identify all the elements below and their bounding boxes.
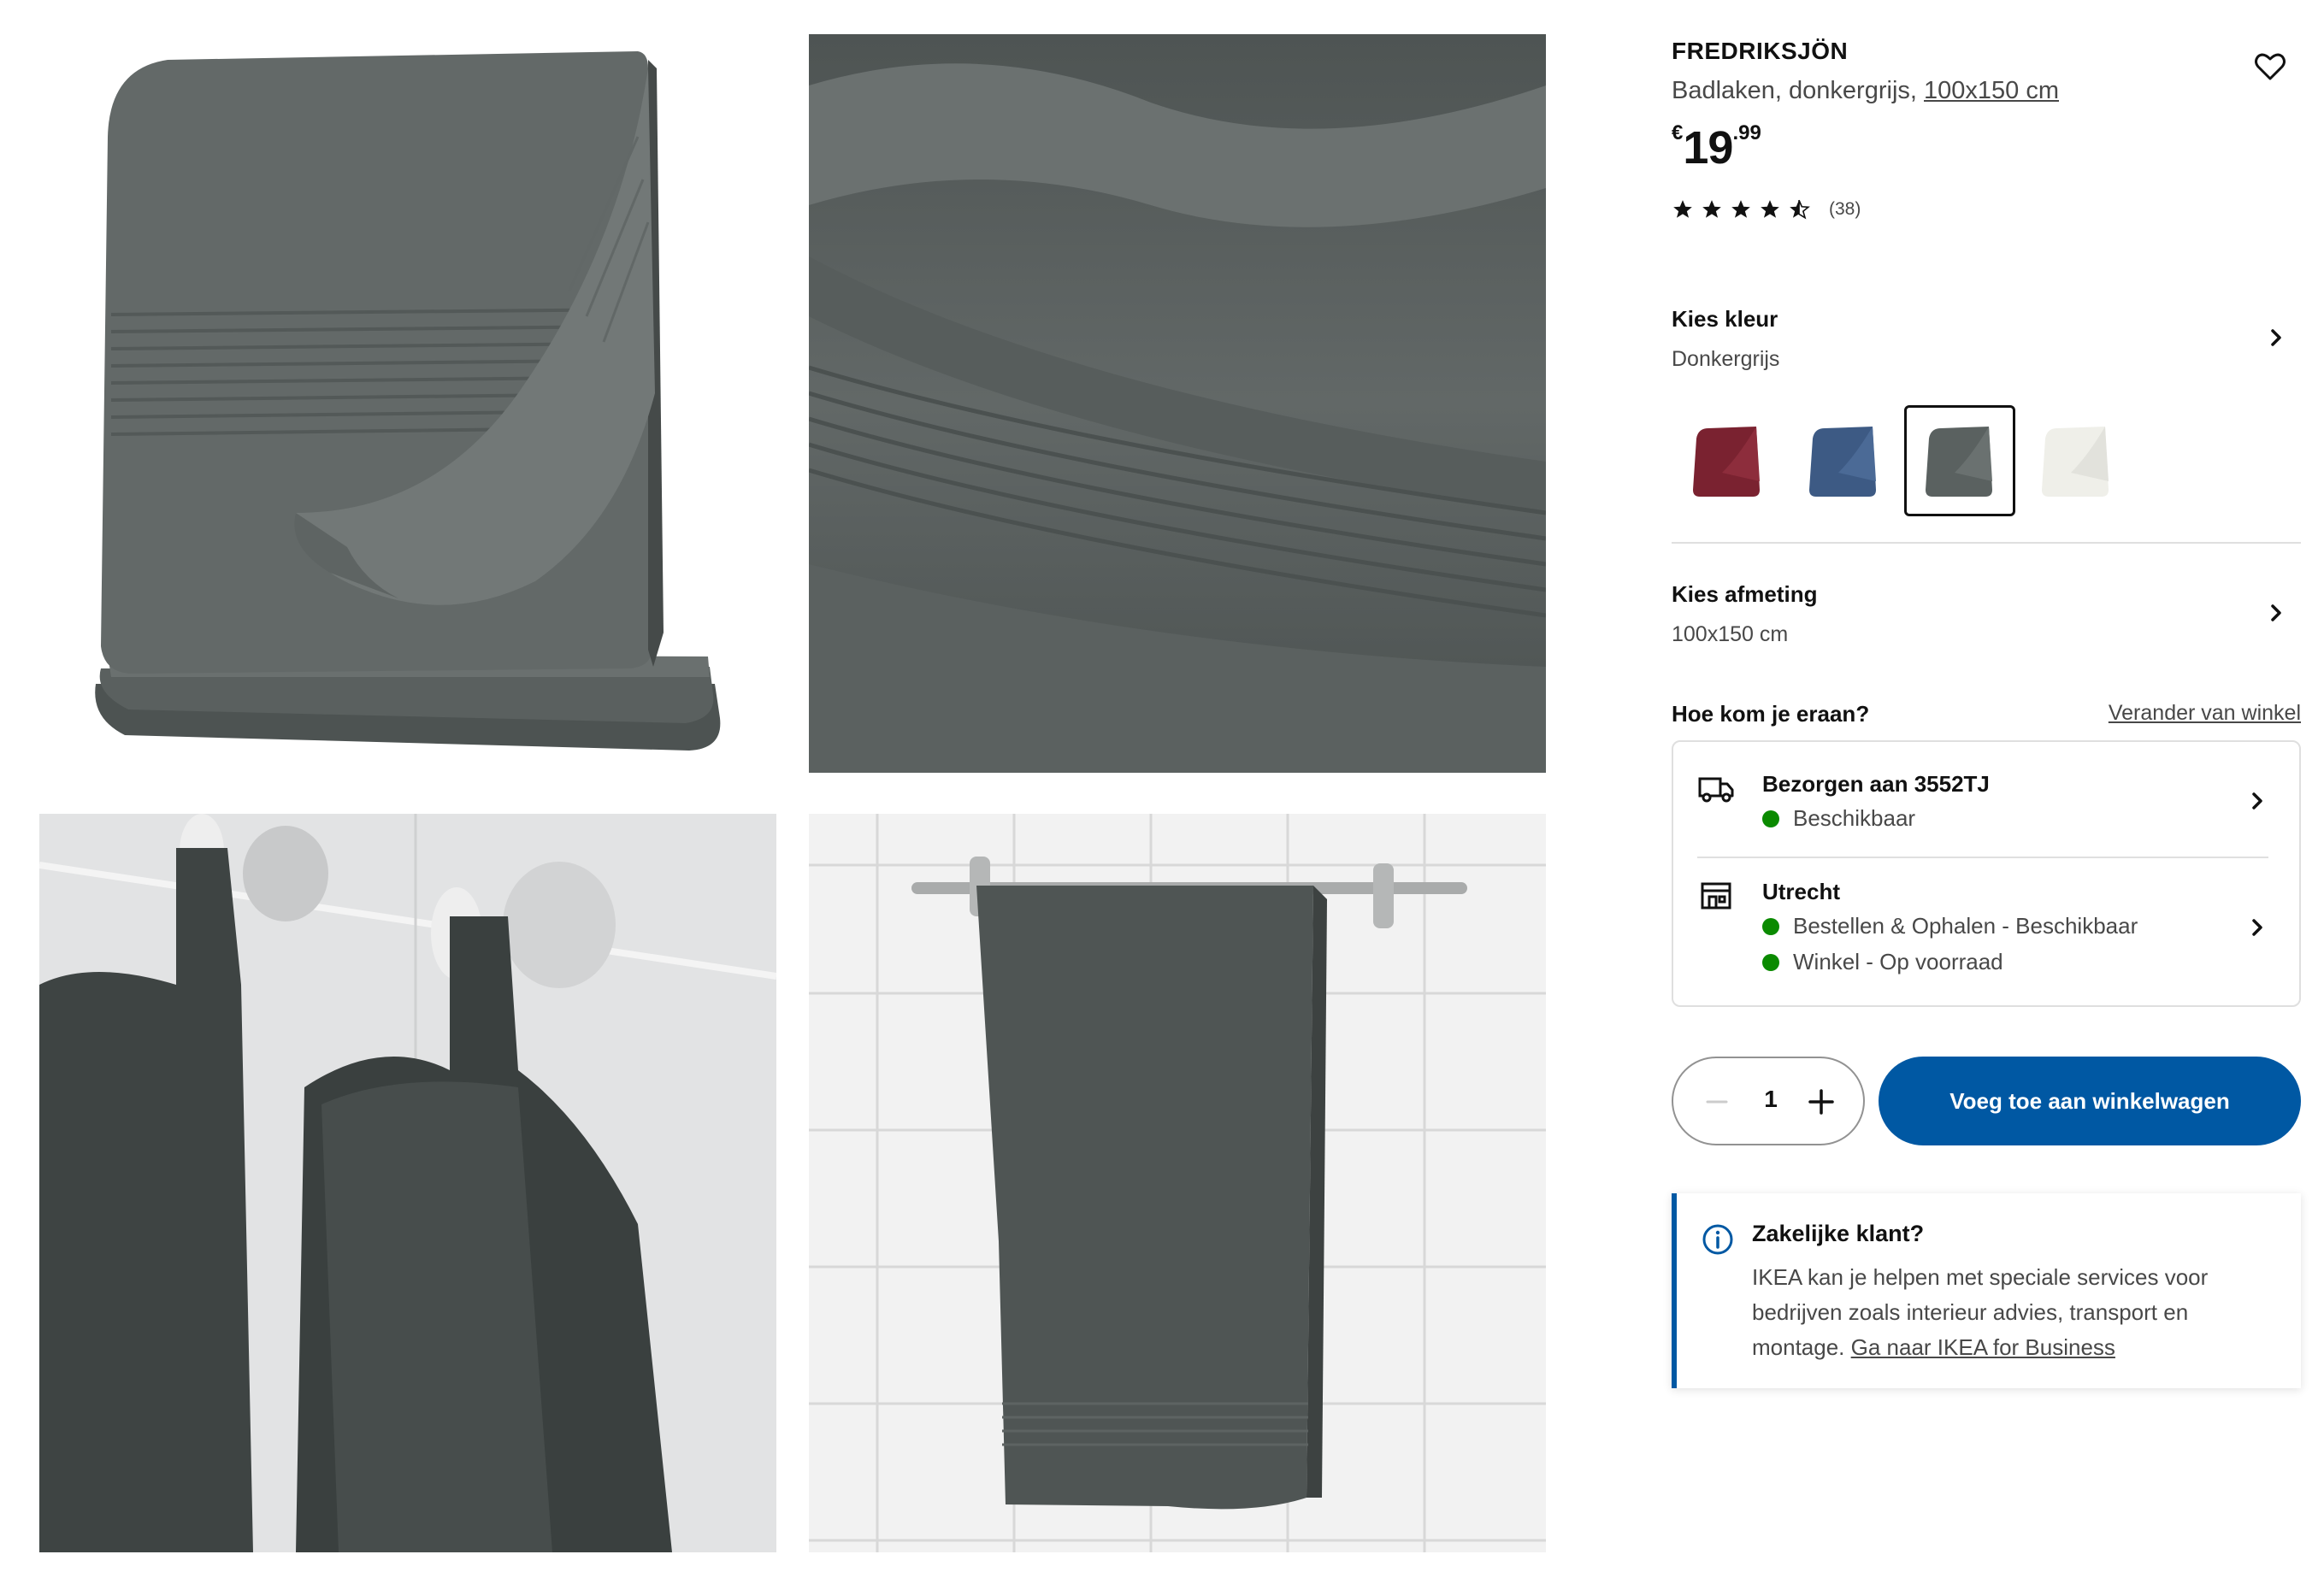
towel-on-rail-image[interactable] (809, 814, 1546, 1552)
product-description: Badlaken, donkergrijs, 100x150 cm (1672, 77, 2059, 105)
store-title: Utrecht (1762, 879, 1841, 904)
color-swatch-list (1672, 405, 2116, 520)
delivery-status: Beschikbaar (1762, 805, 1915, 832)
star-filled-icon (1702, 200, 1721, 218)
price-decimal: .99 (1732, 121, 1761, 144)
swatch-white[interactable] (2020, 405, 2132, 516)
availability-divider (1697, 857, 2268, 858)
product-rating[interactable]: (38) (1672, 198, 1861, 221)
minus-icon[interactable] (1704, 1089, 1730, 1115)
delivery-title: Bezorgen aan 3552TJ (1762, 771, 1990, 797)
click-collect-text: Bestellen & Ophalen - Beschikbaar (1793, 913, 2138, 939)
product-description-text: Badlaken, donkergrijs, (1672, 77, 1924, 104)
in-store-text: Winkel - Op voorraad (1793, 949, 2003, 974)
business-link[interactable]: Ga naar IKEA for Business (1851, 1334, 2115, 1360)
quantity-stepper: 1 (1672, 1057, 1865, 1145)
star-filled-icon (1673, 200, 1692, 218)
quantity-value[interactable]: 1 (1754, 1086, 1788, 1113)
price-integer: 19 (1683, 122, 1733, 174)
change-store-link[interactable]: Verander van winkel (2109, 701, 2301, 726)
availability-title: Hoe kom je eraan? (1672, 701, 1870, 727)
business-customer-notice: Zakelijke klant? IKEA kan je helpen met … (1672, 1193, 2301, 1388)
swatch-dark-red[interactable] (1672, 405, 1783, 516)
swatch-dark-blue[interactable] (1788, 405, 1899, 516)
chevron-right-icon[interactable] (2244, 788, 2270, 814)
section-divider (1672, 542, 2301, 544)
heart-outline-icon[interactable] (2253, 50, 2287, 84)
status-dot (1762, 810, 1779, 827)
plus-icon[interactable] (1807, 1087, 1836, 1116)
business-text: IKEA kan je helpen met speciale services… (1752, 1260, 2274, 1365)
status-dot (1762, 917, 1779, 935)
star-half-icon (1790, 199, 1810, 220)
size-section-title: Kies afmeting (1672, 581, 1818, 607)
star-filled-icon (1761, 200, 1779, 218)
store-icon (1701, 882, 1731, 910)
product-name: FREDRIKSJÖN (1672, 38, 1849, 64)
delivery-status-text: Beschikbaar (1793, 805, 1916, 831)
price-currency: € (1672, 121, 1684, 144)
product-size-link[interactable]: 100x150 cm (1924, 77, 2059, 104)
product-price: €19.99 (1672, 121, 1761, 174)
towels-on-hooks-image[interactable] (39, 814, 776, 1552)
chevron-right-icon[interactable] (2263, 325, 2289, 350)
color-section-title: Kies kleur (1672, 306, 1778, 332)
info-icon (1702, 1224, 1733, 1255)
status-dot (1762, 953, 1779, 971)
towel-texture-closeup-image[interactable] (809, 34, 1546, 773)
truck-icon (1698, 777, 1734, 803)
in-store-status: Winkel - Op voorraad (1762, 949, 2003, 975)
review-count: (38) (1829, 199, 1861, 219)
product-image-gallery (39, 34, 1548, 1552)
business-title: Zakelijke klant? (1752, 1221, 1925, 1246)
availability-box: Bezorgen aan 3552TJ Beschikbaar Utrecht … (1672, 740, 2301, 1007)
chevron-right-icon[interactable] (2244, 915, 2270, 940)
star-filled-icon (1731, 200, 1750, 218)
folded-towel-image[interactable] (39, 34, 776, 773)
add-to-cart-button[interactable]: Voeg toe aan winkelwagen (1879, 1057, 2301, 1145)
selected-color: Donkergrijs (1672, 347, 1780, 371)
click-collect-status: Bestellen & Ophalen - Beschikbaar (1762, 913, 2138, 939)
selected-size: 100x150 cm (1672, 622, 1789, 646)
chevron-right-icon[interactable] (2263, 600, 2289, 626)
swatch-dark-grey[interactable] (1904, 405, 2015, 516)
